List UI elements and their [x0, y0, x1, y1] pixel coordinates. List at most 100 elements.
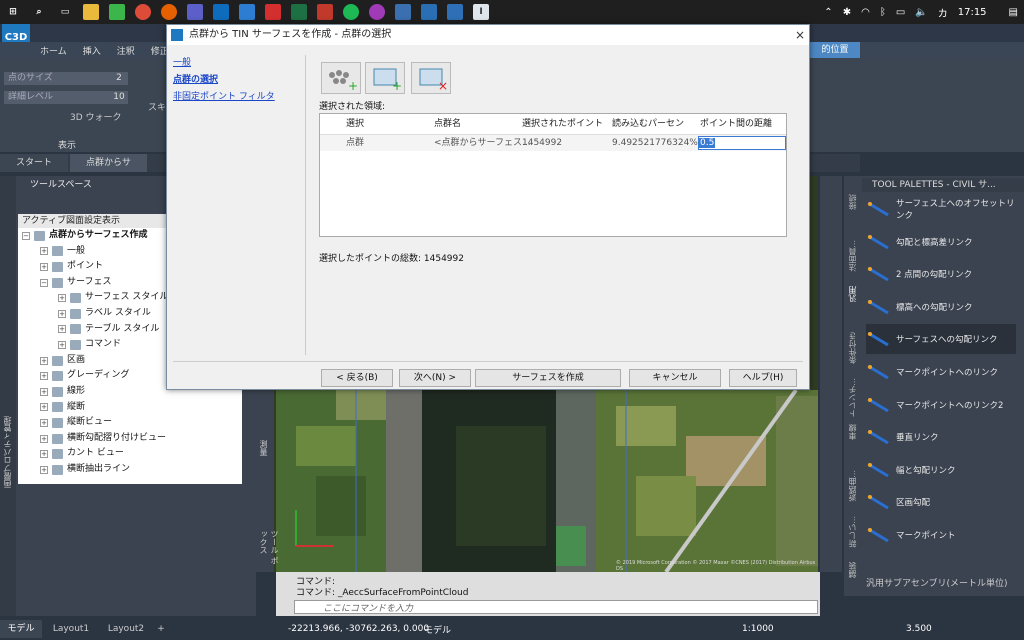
col-name[interactable]: 点群名	[430, 114, 518, 134]
help-button[interactable]: ヘルプ(H)	[729, 369, 797, 387]
settings-icon[interactable]: ✱	[843, 7, 851, 18]
expand-icon[interactable]: +	[40, 372, 48, 381]
expand-icon[interactable]: +	[58, 340, 66, 349]
expand-icon[interactable]: +	[40, 418, 48, 427]
layout2-tab[interactable]: Layout2	[100, 624, 152, 634]
expand-icon[interactable]: +	[58, 309, 66, 318]
palette-item[interactable]: 勾配と標高差リンク	[866, 227, 1016, 257]
model-space[interactable]: モデル	[424, 623, 451, 636]
chrome-icon[interactable]	[135, 4, 151, 20]
expand-icon[interactable]: +	[40, 356, 48, 365]
layout1-tab[interactable]: Layout1	[42, 624, 100, 634]
expand-icon[interactable]: −	[40, 278, 48, 287]
pen-icon[interactable]	[239, 4, 255, 20]
cancel-button[interactable]: キャンセル	[629, 369, 721, 387]
start-icon[interactable]: ⊞	[5, 4, 21, 20]
lod-value[interactable]: 10	[110, 91, 128, 104]
doc-tab-start[interactable]: スタート	[0, 154, 69, 172]
civil3d-icon[interactable]	[421, 4, 437, 20]
palette-item[interactable]: 2 点間の勾配リンク	[866, 259, 1016, 289]
add-region-button[interactable]: +	[365, 62, 405, 94]
ribbon-tab-home[interactable]: ホーム	[40, 44, 67, 57]
bluetooth-icon[interactable]: ᛒ	[880, 7, 886, 18]
revit-icon[interactable]	[447, 4, 463, 20]
expand-icon[interactable]: +	[40, 403, 48, 412]
notification-icon[interactable]: ▤	[1009, 7, 1018, 18]
tree-item[interactable]: + 横断抽出ライン	[18, 462, 242, 478]
palette-tab[interactable]: 遊路曲...	[847, 470, 858, 502]
battery-icon[interactable]: ▭	[896, 7, 905, 18]
palette-item[interactable]: サーフェス上へのオフセットリンク	[866, 194, 1016, 224]
distance-input[interactable]: 0.5	[698, 136, 786, 150]
point-size-value[interactable]: 2	[110, 72, 128, 85]
clock[interactable]: 17:15	[958, 7, 987, 18]
survey-tab[interactable]: 測量	[258, 440, 269, 456]
palette-item[interactable]: 区画勾配	[866, 487, 1016, 517]
walk-button[interactable]: 3D ウォーク	[70, 110, 122, 123]
expand-icon[interactable]: +	[40, 434, 48, 443]
explorer-icon[interactable]	[83, 4, 99, 20]
map-icon[interactable]	[317, 4, 333, 20]
app-green-icon[interactable]	[109, 4, 125, 20]
palette-tab[interactable]: 汎用	[847, 286, 858, 302]
create-surface-button[interactable]: サーフェスを作成	[475, 369, 621, 387]
palette-tab[interactable]: 接続	[847, 194, 858, 210]
add-layout-icon[interactable]: +	[152, 624, 170, 634]
network-icon[interactable]: ⌃	[824, 7, 832, 18]
taskview-icon[interactable]: ▭	[57, 4, 73, 20]
col-select[interactable]: 選択	[342, 114, 430, 134]
expand-icon[interactable]: −	[22, 231, 30, 240]
palette-tab[interactable]: 車線	[847, 424, 858, 440]
infraworks-icon[interactable]: I	[473, 4, 489, 20]
palette-item[interactable]: サーフェスへの勾配リンク	[866, 324, 1016, 355]
remove-region-button[interactable]: ×	[411, 62, 451, 94]
col-distance[interactable]: ポイント間の距離	[696, 114, 786, 134]
layer-props-label[interactable]: 画層プロパティ管理	[2, 416, 13, 488]
palette-tab[interactable]: 条件付き	[847, 332, 858, 364]
expand-icon[interactable]: +	[58, 294, 66, 303]
dw-icon[interactable]	[395, 4, 411, 20]
expand-icon[interactable]: +	[40, 450, 48, 459]
app-purple-icon[interactable]	[369, 4, 385, 20]
tree-item[interactable]: + カント ビュー	[18, 446, 242, 462]
add-pointcloud-button[interactable]: +	[321, 62, 361, 94]
palette-item[interactable]: マークポイントへのリンク	[866, 357, 1016, 387]
firefox-icon[interactable]	[161, 4, 177, 20]
next-button[interactable]: 次へ(N) >	[399, 369, 471, 387]
wifi-icon[interactable]: ◠	[861, 7, 870, 18]
spotify-icon[interactable]	[343, 4, 359, 20]
search-icon[interactable]: ⌕	[31, 4, 47, 20]
close-icon[interactable]: ×	[791, 25, 809, 45]
toolbox-tab[interactable]: ツール ボックス	[258, 530, 280, 572]
excel-icon[interactable]	[291, 4, 307, 20]
back-button[interactable]: < 戻る(B)	[321, 369, 393, 387]
expand-icon[interactable]: +	[58, 325, 66, 334]
sketch-label[interactable]: スキ	[148, 100, 166, 113]
ribbon-tab-position[interactable]: 的位置	[810, 42, 860, 58]
tree-item[interactable]: + 横断勾配摺り付けビュー	[18, 431, 242, 447]
expand-icon[interactable]: +	[40, 247, 48, 256]
palette-item[interactable]: マークポイントへのリンク2	[866, 390, 1016, 420]
acrobat-icon[interactable]	[265, 4, 281, 20]
col-percent[interactable]: 読み込むパーセンテ...	[608, 114, 696, 149]
palette-item[interactable]: マークポイント	[866, 520, 1016, 550]
command-input[interactable]: ここにコマンドを入力	[294, 600, 818, 614]
palette-item[interactable]: 標高への勾配リンク	[866, 292, 1016, 322]
zoom-value[interactable]: 3.500	[906, 624, 932, 634]
palette-item[interactable]: 垂直リンク	[866, 422, 1016, 452]
col-selected-points[interactable]: 選択されたポイント	[518, 114, 608, 134]
expand-icon[interactable]: +	[40, 387, 48, 396]
palette-item[interactable]: 幅と勾配リンク	[866, 455, 1016, 485]
nav-select-pointcloud[interactable]: 点群の選択	[173, 72, 303, 89]
ribbon-tab-annotate[interactable]: 注釈	[117, 44, 135, 57]
teams-icon[interactable]	[187, 4, 203, 20]
ime-indicator[interactable]: カ	[938, 5, 948, 20]
tree-item[interactable]: + 縦断	[18, 400, 242, 416]
volume-icon[interactable]: 🔈	[915, 7, 927, 18]
model-tab[interactable]: モデル	[0, 620, 42, 638]
expand-icon[interactable]: +	[40, 465, 48, 474]
nav-nonground-filter[interactable]: 非固定ポイント フィルタ	[173, 89, 303, 106]
outlook-icon[interactable]	[213, 4, 229, 20]
nav-general[interactable]: 一般	[173, 55, 303, 72]
expand-icon[interactable]: +	[40, 262, 48, 271]
